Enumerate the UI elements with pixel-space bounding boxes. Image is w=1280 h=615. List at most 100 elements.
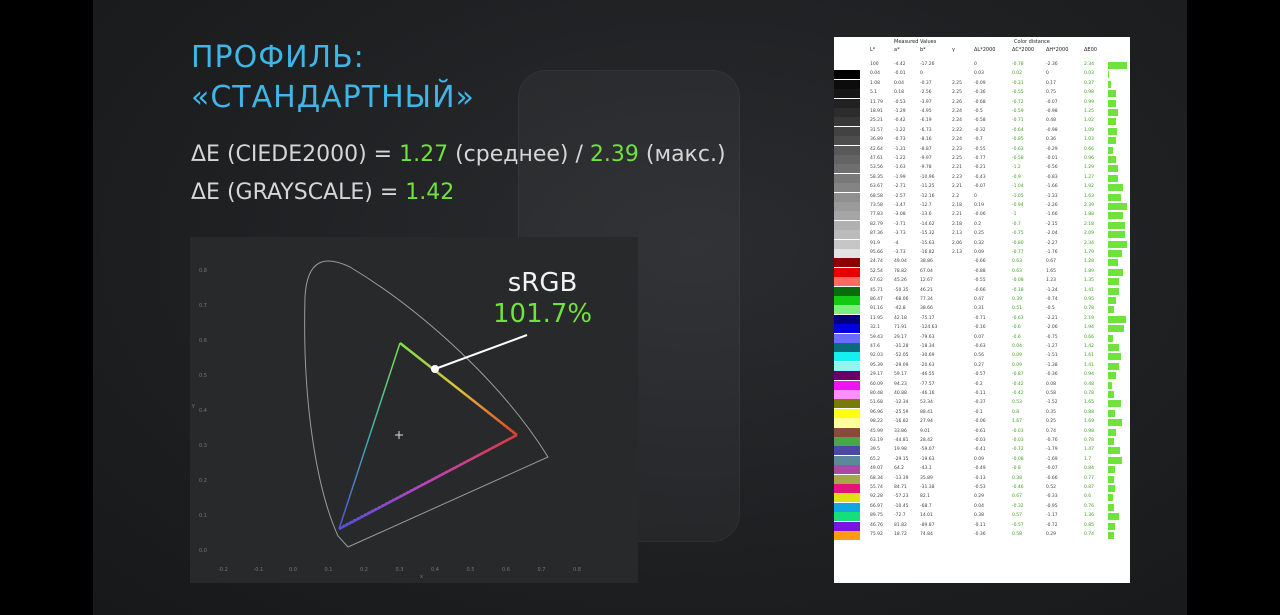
table-cell-b: 9.01 [920, 428, 931, 434]
table-cell-dH: -1.66 [1046, 212, 1058, 218]
table-cell-dC: -0.80 [1012, 240, 1024, 246]
table-cell-dC: 0.09 [1012, 362, 1023, 368]
color-swatch [834, 70, 860, 80]
table-cell-dL: -0.2 [974, 381, 983, 387]
table-cell-dC: -0.72 [1012, 447, 1024, 453]
table-cell-b: 74.84 [920, 532, 933, 537]
table-cell-dC: -0.32 [1012, 503, 1024, 509]
title-line-2: «СТАНДАРТНЫЙ» [191, 80, 475, 115]
delta-e-bar [1108, 456, 1122, 464]
table-cell-L: 68.58 [870, 193, 883, 199]
table-cell-dH: 0.52 [1046, 485, 1057, 490]
delta-e-bar [1108, 513, 1119, 521]
table-cell-dH: -0.33 [1046, 494, 1058, 500]
table-cell-g: 2.22 [952, 127, 963, 133]
color-swatch [834, 305, 860, 315]
table-cell-dH: -0.29 [1046, 146, 1058, 152]
table-cell-dH: -1.69 [1046, 456, 1058, 462]
table-cell-a: -0.42 [894, 118, 906, 124]
table-row: 47.61 -1.22 -9.97 2.25 -0.77 -0.58 -0.01 0.96 [834, 155, 1130, 164]
table-cell-a: -29.15 [894, 456, 909, 462]
table-cell-g: 2.24 [952, 137, 963, 143]
table-cell-dC: 0.38 [1012, 475, 1023, 481]
delta-e-bar [1108, 334, 1114, 342]
table-cell-b: -17.26 [920, 62, 935, 67]
table-cell-dE: 1.35 [1084, 278, 1095, 284]
delta-e-bar [1108, 231, 1125, 239]
table-cell-dH: -0.83 [1046, 174, 1058, 180]
table-cell-dH: -2.36 [1046, 62, 1058, 67]
table-cell-L: 59.43 [870, 334, 883, 340]
table-cell-dH: -0.56 [1046, 165, 1058, 171]
table-cell-dE: 0.98 [1084, 90, 1095, 96]
metric-max-label: (макс.) [638, 142, 726, 167]
color-swatch [834, 446, 860, 456]
y-tick-label: 0.2 [199, 478, 207, 484]
y-tick-label: 0.1 [199, 513, 207, 519]
table-row: 68.58 -2.57 -12.16 2.2 0 -1.05 -1.33 1.63 [834, 192, 1130, 202]
table-cell-dL: 0.09 [974, 250, 985, 255]
y-axis-ticks: 0.0 0.1 0.2 0.3 0.4 0.5 0.6 0.7 0.8 [199, 268, 207, 554]
table-cell-L: 63.19 [870, 438, 883, 443]
table-cell-L: 1.08 [870, 80, 881, 86]
column-header: ΔC*2000 [1012, 47, 1035, 53]
x-tick-label: 0.1 [325, 567, 333, 573]
table-row: 86.47 -68.06 77.34 0.47 0.39 -0.74 0.95 [834, 296, 1130, 305]
table-cell-dC: 0.63 [1012, 259, 1023, 265]
table-cell-dE: 1.89 [1084, 268, 1095, 274]
delta-e-bar [1108, 419, 1122, 427]
table-cell-a: -4 [894, 240, 899, 246]
table-cell-dH: -0.75 [1046, 334, 1058, 340]
table-cell-L: 51.68 [870, 400, 883, 406]
table-cell-dL: -0.77 [974, 156, 986, 161]
table-cell-a: -1.22 [894, 127, 906, 133]
table-cell-dL: -0.5 [974, 109, 983, 114]
color-swatch [834, 465, 860, 475]
table-cell-dE: 2.18 [1084, 221, 1095, 227]
table-row: 77.83 -3.08 -13.6 2.21 -0.06 -1 -1.66 1.88 [834, 211, 1130, 221]
y-tick-label: 0.8 [199, 268, 207, 274]
table-cell-g: 2.21 [952, 212, 963, 218]
table-cell-L: 77.83 [870, 212, 883, 218]
table-cell-b: -18.34 [920, 344, 935, 349]
table-cell-g: 2.23 [952, 174, 963, 180]
table-cell-dH: -1.17 [1046, 513, 1058, 519]
table-row: 49.07 64.2 -43.1 -0.49 -0.8 -0.07 0.84 [834, 465, 1130, 475]
table-cell-dL: -0.06 [974, 212, 986, 218]
table-cell-dH: -0.76 [1046, 438, 1058, 443]
table-cell-dC: -0.42 [1012, 391, 1024, 396]
table-cell-L: 68.34 [870, 475, 883, 481]
table-cell-L: 98.22 [870, 419, 883, 425]
table-row: 5.1 0.18 -2.56 2.25 -0.36 -0.55 0.75 0.98 [834, 89, 1130, 99]
table-cell-dL: -0.43 [974, 174, 986, 180]
delta-e-bar [1108, 344, 1120, 351]
table-cell-a: -1.31 [894, 146, 906, 152]
delta-e-bar [1108, 127, 1117, 135]
table-cell-dH: -2.21 [1046, 315, 1058, 321]
table-cell-L: 58.35 [870, 174, 883, 180]
delta-e-bar [1108, 99, 1116, 107]
table-cell-g: 2.21 [952, 165, 963, 171]
table-cell-L: 63.67 [870, 184, 883, 190]
table-cell-dE: 0.66 [1084, 146, 1095, 152]
table-cell-dC: -1.04 [1012, 184, 1024, 190]
delta-e-bar [1108, 315, 1126, 323]
table-cell-a: -68.06 [894, 297, 909, 302]
table-cell-g: 2.21 [952, 184, 963, 190]
table-row: 53.56 -1.63 -9.78 2.21 -0.21 -1.2 -0.56 1.29 [834, 164, 1130, 174]
table-cell-b: -59.07 [920, 447, 935, 453]
table-cell-b: 0 [920, 71, 923, 77]
table-cell-dE: 1.92 [1084, 184, 1095, 190]
table-cell-a: -0.53 [894, 99, 906, 105]
table-row: 58.35 -1.99 -10.96 2.23 -0.43 -0.9 -0.83 1.27 [834, 173, 1130, 183]
table-row: 29.17 59.17 -46.55 -0.57 -0.87 -0.36 0.94 [834, 371, 1130, 381]
table-cell-dL: -0.11 [974, 522, 986, 528]
x-tick-label: 0.7 [538, 567, 546, 573]
table-cell-dE: 1.61 [1084, 353, 1095, 359]
table-row: 0.04 -0.01 0 0.03 0.02 0 0.03 [834, 70, 1130, 80]
table-cell-g: 2.25 [952, 90, 963, 96]
delta-e-bar [1108, 494, 1113, 502]
table-cell-dC: -0.18 [1012, 287, 1024, 293]
table-cell-b: -6.73 [920, 127, 932, 133]
table-cell-dE: 1.79 [1084, 250, 1095, 255]
